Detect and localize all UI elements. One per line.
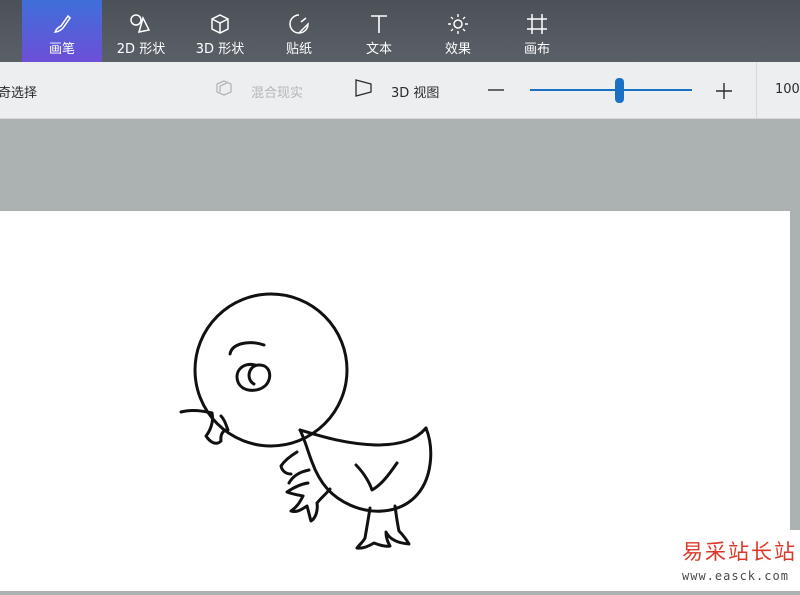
tab-label: 效果 <box>444 42 471 57</box>
tab-2d-shapes[interactable]: 2D 形状 <box>101 0 181 62</box>
watermark-title: 易采站长站 <box>682 540 797 564</box>
zoom-slider-track[interactable] <box>530 89 692 91</box>
brush-icon <box>22 12 102 36</box>
stickers-icon <box>259 12 339 36</box>
magic-select-button[interactable]: 奇选择 <box>0 82 37 101</box>
watermark-url: www.easck.com <box>682 569 789 583</box>
zoom-slider-thumb[interactable] <box>615 78 625 103</box>
3d-view-button[interactable]: 3D 视图 <box>391 82 439 101</box>
toolbar-divider <box>756 62 757 118</box>
tab-text[interactable]: 文本 <box>339 0 419 62</box>
watermark: 易采站长站 www.easck.com <box>672 530 800 591</box>
mixed-reality-icon <box>214 78 234 102</box>
effects-icon <box>418 12 498 36</box>
tab-label: 3D 形状 <box>195 42 245 57</box>
2d-shapes-icon <box>101 12 181 36</box>
zoom-out-button[interactable] <box>486 80 506 104</box>
3d-shapes-icon <box>180 12 260 36</box>
tab-label: 贴纸 <box>285 42 312 57</box>
zoom-percentage[interactable]: 100 <box>775 82 800 97</box>
tab-label: 画布 <box>523 42 550 57</box>
tab-effects[interactable]: 效果 <box>418 0 498 62</box>
top-menu-bar: 画笔 2D 形状 3D 形状 贴纸 文本 效果 画布 <box>0 0 800 62</box>
3d-view-icon <box>353 78 373 102</box>
tab-label: 文本 <box>365 42 392 57</box>
canvas-icon <box>497 12 577 36</box>
tab-canvas[interactable]: 画布 <box>497 0 577 62</box>
tab-label: 画笔 <box>48 42 75 57</box>
mixed-reality-button[interactable]: 混合现实 <box>251 82 303 101</box>
tab-3d-shapes[interactable]: 3D 形状 <box>180 0 260 62</box>
tab-label: 2D 形状 <box>116 42 166 57</box>
text-icon <box>339 12 419 36</box>
zoom-in-button[interactable] <box>714 81 734 105</box>
tab-stickers[interactable]: 贴纸 <box>259 0 339 62</box>
tab-brushes[interactable]: 画笔 <box>22 0 102 62</box>
